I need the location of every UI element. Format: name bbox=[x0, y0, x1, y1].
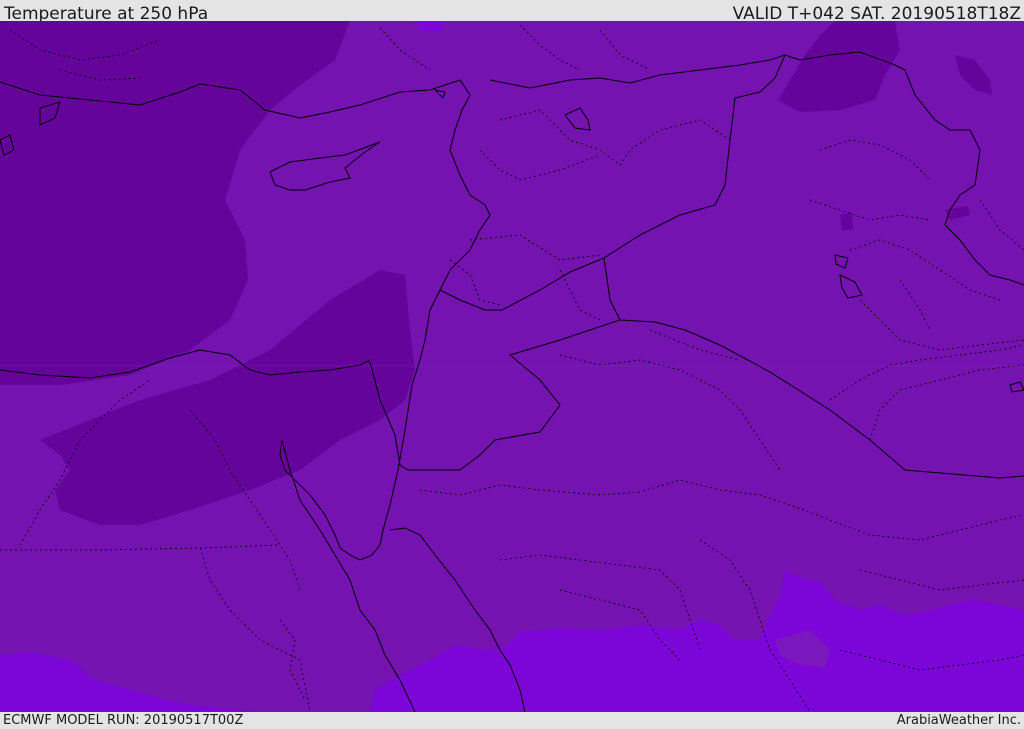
footer-bar: ECMWF MODEL RUN: 20190517T00Z ArabiaWeat… bbox=[0, 712, 1024, 729]
model-run-label: ECMWF MODEL RUN: 20190517T00Z bbox=[3, 713, 244, 728]
header-bar: Temperature at 250 hPa VALID T+042 SAT. … bbox=[0, 0, 1024, 24]
credit-label: ArabiaWeather Inc. bbox=[896, 713, 1021, 728]
temperature-map bbox=[0, 21, 1024, 712]
cold-region-small-2 bbox=[840, 212, 853, 230]
